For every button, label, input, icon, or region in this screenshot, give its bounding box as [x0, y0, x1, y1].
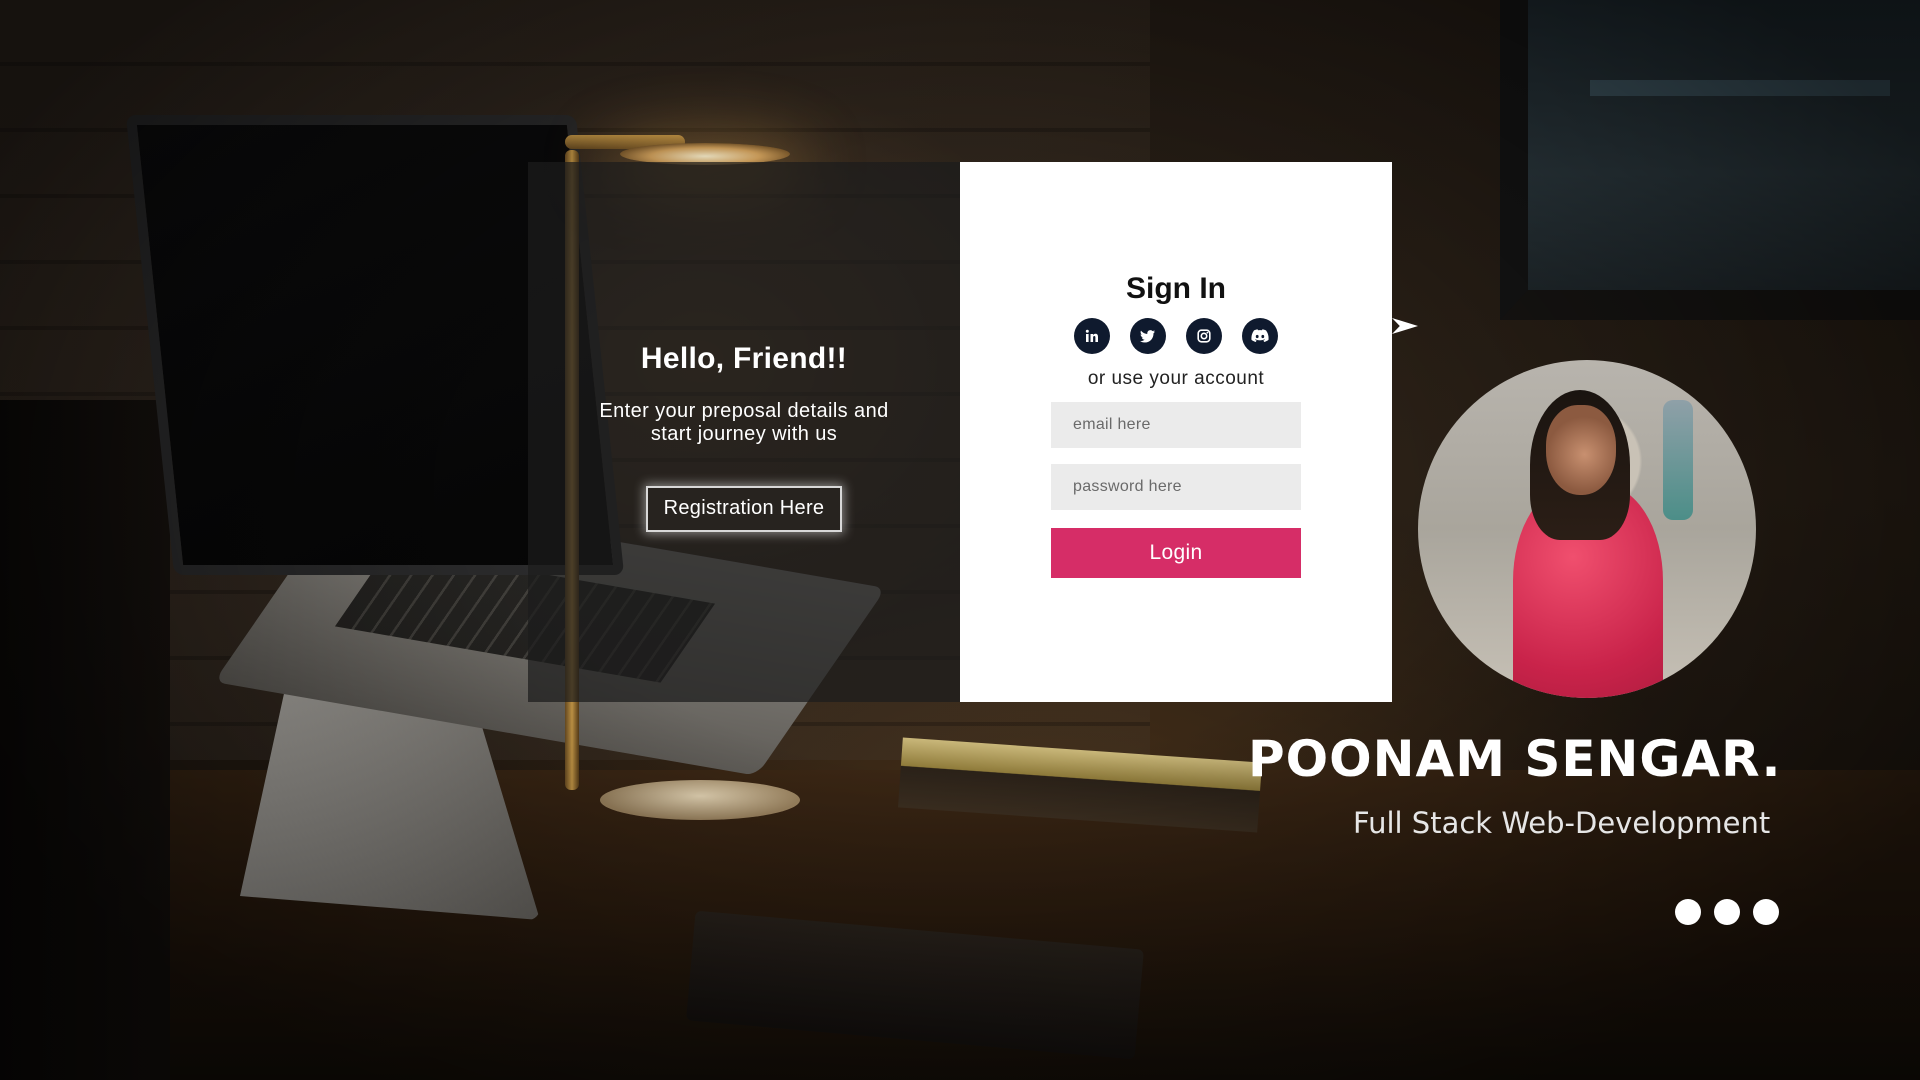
signin-panel: Sign In or use your account email here L…: [960, 162, 1392, 702]
avatar-face: [1546, 405, 1616, 495]
discord-icon[interactable]: [1242, 318, 1278, 354]
auth-card: Hello, Friend!! Enter your preposal deta…: [528, 162, 1392, 702]
carousel-dots: [1675, 899, 1779, 925]
signin-title: Sign In: [1126, 272, 1226, 305]
email-field[interactable]: [1051, 402, 1301, 448]
page: Hello, Friend!! Enter your preposal deta…: [0, 0, 1920, 1080]
registration-button[interactable]: Registration Here: [645, 486, 843, 532]
alternate-signin-text: or use your account: [1087, 368, 1265, 389]
twitter-icon[interactable]: [1130, 318, 1166, 354]
linkedin-icon[interactable]: [1074, 318, 1110, 354]
login-button[interactable]: Login: [1051, 528, 1301, 578]
profile-name: POONAM SENGAR.: [1248, 730, 1782, 788]
welcome-overlay-panel: Hello, Friend!! Enter your preposal deta…: [528, 162, 960, 702]
avatar: [1418, 360, 1756, 698]
carousel-dot[interactable]: [1714, 899, 1740, 925]
carousel-dot[interactable]: [1753, 899, 1779, 925]
social-links: [1074, 318, 1278, 354]
welcome-title: Hello, Friend!!: [640, 342, 848, 375]
carousel-dot[interactable]: [1675, 899, 1701, 925]
profile-role: Full Stack Web-Development: [1353, 806, 1771, 840]
welcome-text: Enter your preposal details and start jo…: [599, 400, 889, 445]
instagram-icon[interactable]: [1186, 318, 1222, 354]
avatar-background-person: [1663, 400, 1693, 520]
password-field[interactable]: [1051, 464, 1301, 510]
